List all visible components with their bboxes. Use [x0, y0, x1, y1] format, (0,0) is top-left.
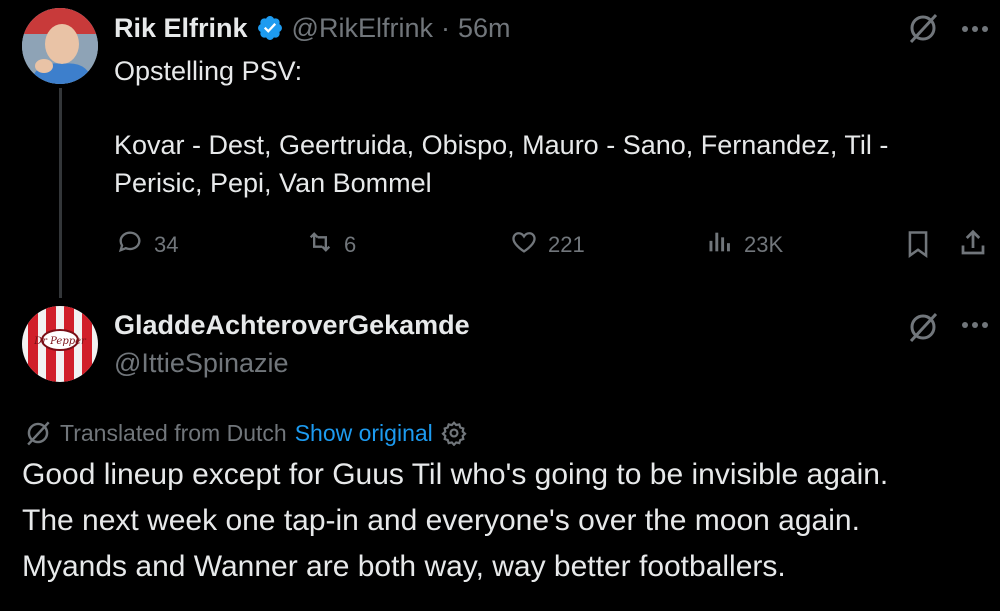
- reply-icon: [116, 228, 144, 262]
- grok-icon[interactable]: [906, 310, 940, 344]
- show-original-link[interactable]: Show original: [295, 420, 433, 447]
- translate-icon: [24, 419, 52, 447]
- like-button[interactable]: 221: [510, 228, 585, 262]
- author-name[interactable]: GladdeAchteroverGekamde: [114, 310, 470, 341]
- reply-text-line: Myands and Wanner are both way, way bett…: [22, 550, 786, 583]
- tweet-header: Rik Elfrink @RikElfrink · 56m: [114, 8, 511, 48]
- thread-line: [59, 88, 62, 298]
- reply-count: 34: [154, 232, 179, 257]
- author-name[interactable]: Rik Elfrink: [114, 13, 248, 44]
- like-count: 221: [548, 232, 585, 257]
- author-handle[interactable]: @RikElfrink: [292, 13, 433, 44]
- views-icon: [706, 228, 734, 262]
- avatar[interactable]: [22, 8, 98, 84]
- separator: ·: [440, 12, 450, 43]
- views-button[interactable]: 23K: [706, 228, 783, 262]
- like-icon: [510, 228, 538, 262]
- retweet-count: 6: [344, 232, 357, 257]
- more-icon[interactable]: [960, 24, 990, 34]
- reply-text-line: The next week one tap-in and everyone's …: [22, 504, 860, 537]
- retweet-button[interactable]: 6: [306, 228, 356, 262]
- tweet-text-line: Perisic, Pepi, Van Bommel: [114, 168, 432, 198]
- reply-text-line: Good lineup except for Guus Til who's go…: [22, 458, 889, 491]
- timestamp[interactable]: 56m: [458, 13, 511, 44]
- avatar[interactable]: Dr Pepper: [22, 306, 98, 382]
- reply-button[interactable]: 34: [116, 228, 178, 262]
- tweet-text-line: Kovar - Dest, Geertruida, Obispo, Mauro …: [114, 130, 889, 160]
- gear-icon[interactable]: [441, 420, 467, 446]
- more-icon[interactable]: [960, 320, 990, 330]
- share-icon[interactable]: [958, 228, 988, 258]
- translation-bar: Translated from Dutch Show original: [24, 418, 467, 448]
- translated-label: Translated from Dutch: [60, 419, 287, 446]
- svg-text:Dr Pepper: Dr Pepper: [33, 336, 87, 347]
- views-count: 23K: [744, 232, 784, 257]
- grok-icon[interactable]: [906, 11, 940, 45]
- tweet-text-line: Opstelling PSV:: [114, 56, 303, 86]
- verified-badge-icon: [256, 14, 284, 42]
- bookmark-icon[interactable]: [904, 229, 932, 259]
- retweet-icon: [306, 228, 334, 262]
- author-handle[interactable]: @IttieSpinazie: [114, 348, 289, 379]
